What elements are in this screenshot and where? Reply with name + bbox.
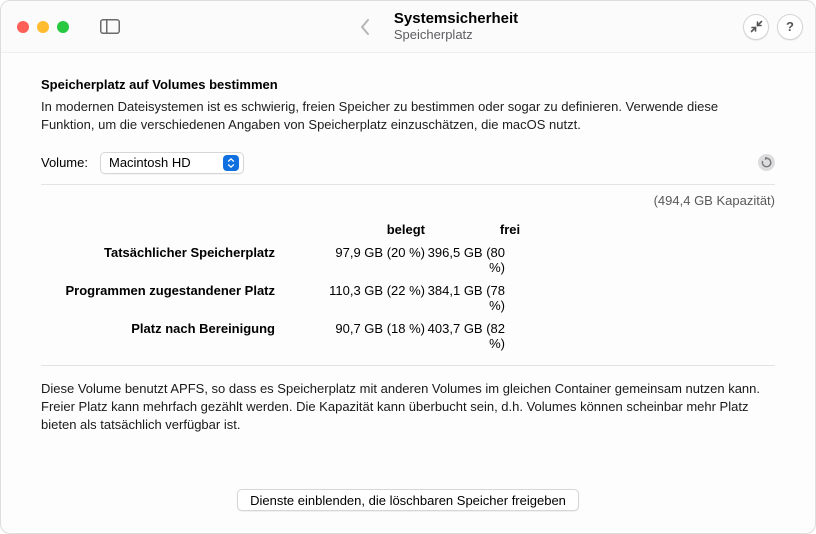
row-free: 403,7 GB (82 %)	[425, 317, 575, 355]
row-used: 90,7 GB (18 %)	[275, 317, 425, 355]
row-free: 396,5 GB (80 %)	[425, 241, 575, 279]
column-header-free: frei	[425, 218, 575, 241]
column-header-used: belegt	[275, 218, 425, 241]
refresh-icon	[761, 157, 772, 168]
volume-select-value: Macintosh HD	[109, 155, 217, 170]
zoom-window-button[interactable]	[57, 21, 69, 33]
collapse-button[interactable]	[743, 14, 769, 40]
toolbar: Systemsicherheit Speicherplatz ?	[1, 1, 815, 53]
content: Speicherplatz auf Volumes bestimmen In m…	[1, 53, 815, 533]
volume-select[interactable]: Macintosh HD	[100, 152, 244, 174]
refresh-button[interactable]	[758, 154, 775, 171]
row-used: 110,3 GB (22 %)	[275, 279, 425, 317]
row-label: Programmen zugestandener Platz	[41, 279, 275, 317]
help-button[interactable]: ?	[777, 14, 803, 40]
show-services-button[interactable]: Dienste einblenden, die löschbaren Speic…	[237, 489, 579, 511]
table-row: Tatsächlicher Speicherplatz 97,9 GB (20 …	[41, 241, 775, 279]
footer: Dienste einblenden, die löschbaren Speic…	[41, 489, 775, 515]
row-free: 384,1 GB (78 %)	[425, 279, 575, 317]
volume-field-label: Volume:	[41, 155, 88, 170]
storage-table: belegt frei Tatsächlicher Speicherplatz …	[41, 218, 775, 355]
table-row: Programmen zugestandener Platz 110,3 GB …	[41, 279, 775, 317]
apfs-note: Diese Volume benutzt APFS, so dass es Sp…	[41, 366, 775, 435]
volume-row: Volume: Macintosh HD	[41, 152, 775, 184]
row-label: Tatsächlicher Speicherplatz	[41, 241, 275, 279]
row-label: Platz nach Bereinigung	[41, 317, 275, 355]
row-used: 97,9 GB (20 %)	[275, 241, 425, 279]
chevron-up-down-icon	[223, 155, 239, 171]
minimize-window-button[interactable]	[37, 21, 49, 33]
window-title: Systemsicherheit	[394, 10, 518, 27]
window: Systemsicherheit Speicherplatz ?	[0, 0, 816, 534]
table-row: Platz nach Bereinigung 90,7 GB (18 %) 40…	[41, 317, 775, 355]
window-controls	[17, 21, 69, 33]
question-mark-icon: ?	[786, 19, 794, 34]
window-subtitle: Speicherplatz	[394, 28, 518, 43]
back-button[interactable]	[350, 14, 380, 40]
title-block: Systemsicherheit Speicherplatz	[394, 10, 518, 42]
section-description: In modernen Dateisystemen ist es schwier…	[41, 98, 775, 134]
section-title: Speicherplatz auf Volumes bestimmen	[41, 77, 775, 92]
toggle-sidebar-button[interactable]	[95, 14, 125, 40]
capacity-label: (494,4 GB Kapazität)	[41, 185, 775, 218]
close-window-button[interactable]	[17, 21, 29, 33]
show-services-button-label: Dienste einblenden, die löschbaren Speic…	[250, 493, 566, 508]
